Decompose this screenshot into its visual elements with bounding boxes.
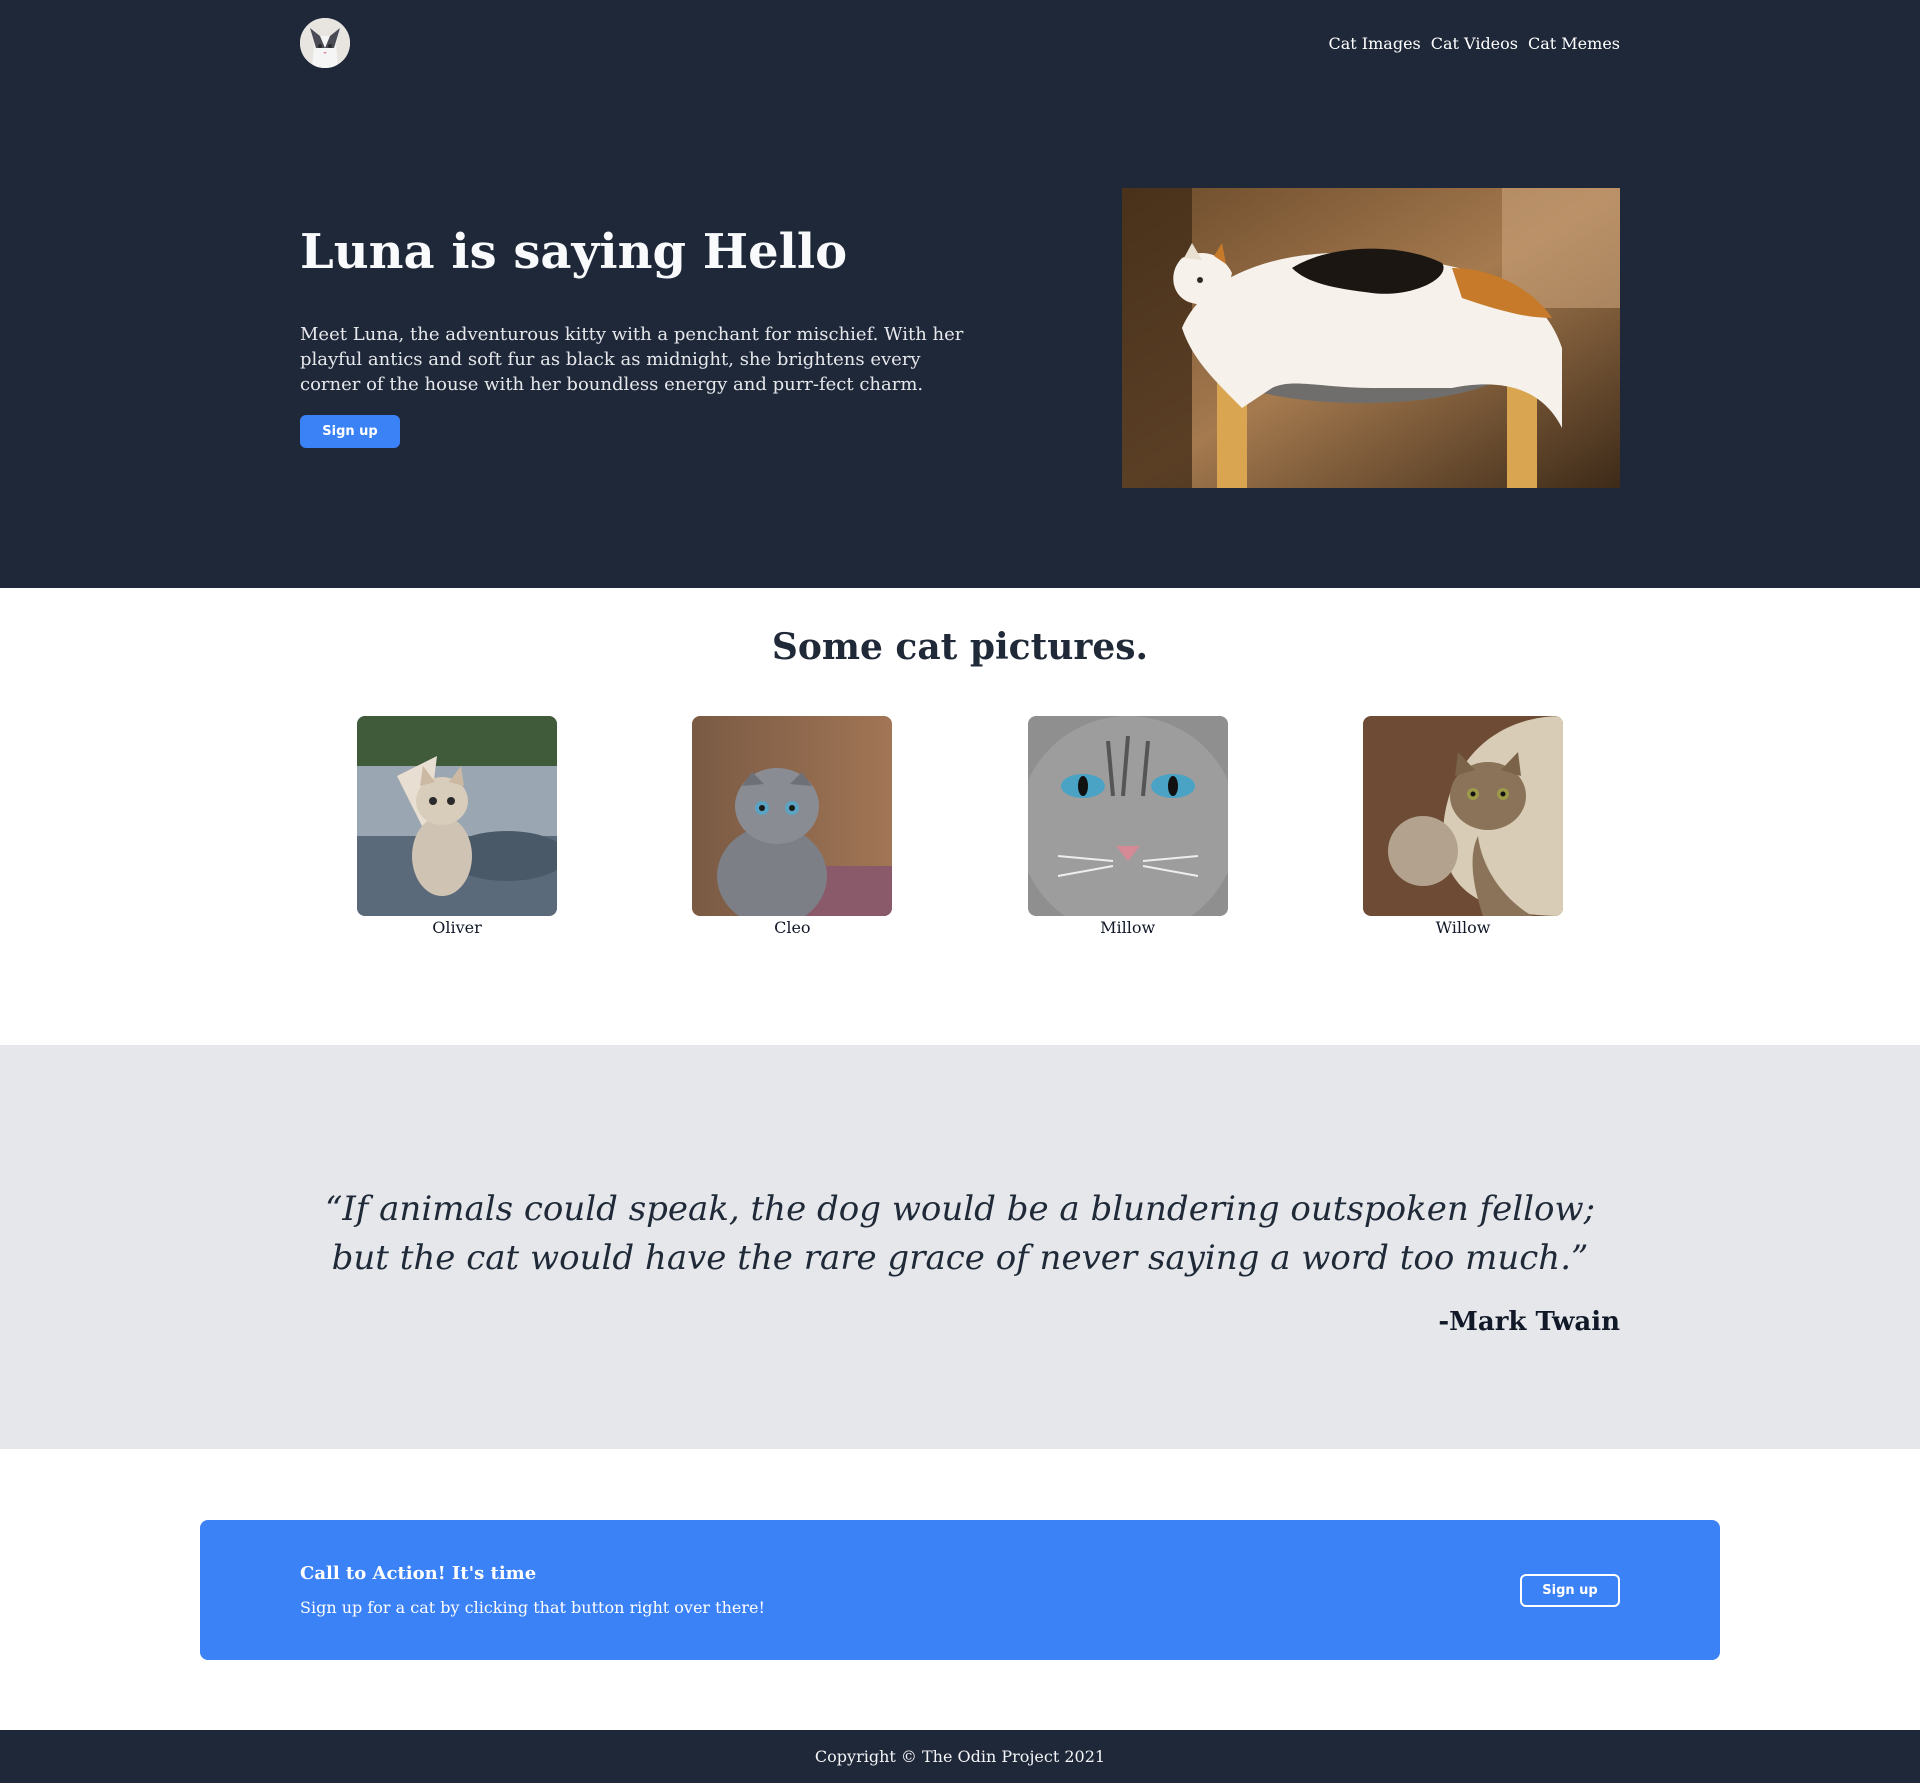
cta-subtitle: Sign up for a cat by clicking that butto… bbox=[300, 1598, 765, 1617]
cat-avatar-icon[interactable] bbox=[300, 18, 350, 68]
cat-name: Millow bbox=[1100, 918, 1156, 937]
cat-image-willow bbox=[1362, 716, 1563, 916]
quote-author: -Mark Twain bbox=[1438, 1307, 1620, 1337]
cta-title: Call to Action! It's time bbox=[300, 1563, 537, 1584]
cat-grid: Oliver Cleo Millow Willow bbox=[357, 716, 1563, 937]
nav-cat-images[interactable]: Cat Images bbox=[1329, 34, 1421, 53]
cta-signup-button[interactable]: Sign up bbox=[1520, 1573, 1620, 1607]
cat-card-millow[interactable]: Millow bbox=[1027, 716, 1228, 937]
quote-text: “If animals could speak, the dog would b… bbox=[324, 1189, 1596, 1278]
hero-cat-image bbox=[1122, 188, 1620, 488]
section-title: Some cat pictures. bbox=[771, 626, 1149, 668]
hero-title: Luna is saying Hello bbox=[300, 224, 848, 280]
cta-section: Call to Action! It's time Sign up for a … bbox=[0, 1449, 1920, 1730]
hero: Luna is saying Hello Meet Luna, the adve… bbox=[300, 188, 1620, 488]
cat-card-willow[interactable]: Willow bbox=[1362, 716, 1563, 937]
cat-image-oliver bbox=[357, 716, 557, 916]
cat-image-cleo bbox=[692, 716, 893, 916]
cta-banner: Call to Action! It's time Sign up for a … bbox=[200, 1520, 1720, 1660]
main-nav: Cat Images Cat Videos Cat Memes bbox=[1329, 34, 1621, 53]
hero-signup-button[interactable]: Sign up bbox=[300, 414, 400, 448]
hero-description: Meet Luna, the adventurous kitty with a … bbox=[300, 323, 964, 395]
copyright-text: Copyright © The Odin Project 2021 bbox=[814, 1747, 1106, 1766]
cat-pictures-section: Some cat pictures. Oliver Cleo Millow Wi… bbox=[0, 588, 1920, 1045]
cat-name: Oliver bbox=[432, 918, 482, 937]
cat-card-oliver[interactable]: Oliver bbox=[357, 716, 557, 937]
footer: Copyright © The Odin Project 2021 bbox=[0, 1730, 1920, 1783]
cat-name: Cleo bbox=[774, 918, 811, 937]
cat-card-cleo[interactable]: Cleo bbox=[692, 716, 893, 937]
quote-section: “If animals could speak, the dog would b… bbox=[0, 1045, 1920, 1449]
cta-text: Call to Action! It's time Sign up for a … bbox=[300, 1563, 765, 1617]
cat-image-millow bbox=[1027, 716, 1228, 916]
cat-name: Willow bbox=[1435, 918, 1491, 937]
top-bar: Cat Images Cat Videos Cat Memes bbox=[300, 0, 1620, 86]
nav-cat-videos[interactable]: Cat Videos bbox=[1431, 34, 1518, 53]
hero-section: Cat Images Cat Videos Cat Memes Luna is … bbox=[0, 0, 1920, 588]
nav-cat-memes[interactable]: Cat Memes bbox=[1528, 34, 1620, 53]
hero-text: Luna is saying Hello Meet Luna, the adve… bbox=[300, 188, 980, 488]
